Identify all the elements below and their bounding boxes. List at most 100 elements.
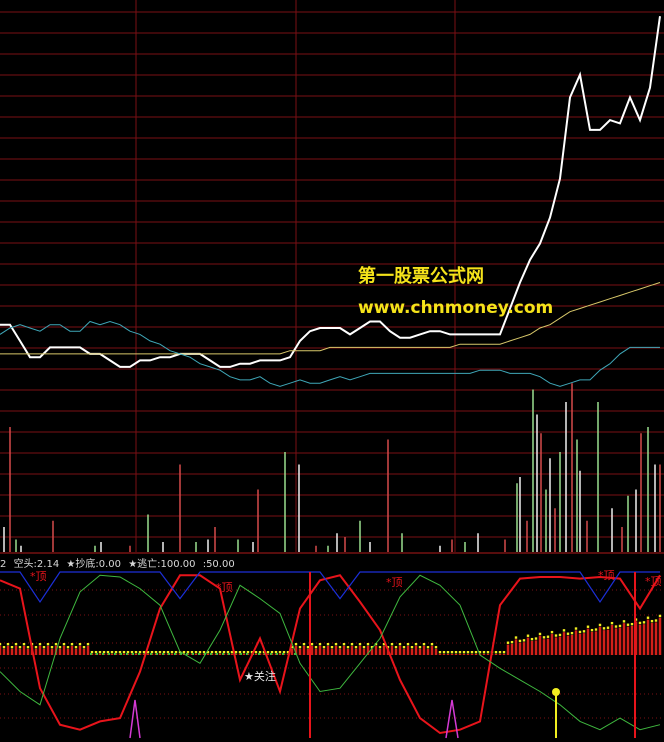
indicator-histogram-cap <box>546 635 550 638</box>
indicator-histogram-cap <box>462 651 466 654</box>
indicator-histogram-cap <box>402 646 406 649</box>
indicator-histogram-cap <box>338 646 342 649</box>
indicator-histogram-cap <box>350 643 354 646</box>
indicator-histogram-cap <box>62 643 66 646</box>
indicator-histogram-cap <box>334 643 338 646</box>
indicator-histogram-cap <box>594 628 598 631</box>
indicator-histogram-cap <box>558 633 562 637</box>
indicator-histogram-cap <box>414 643 418 646</box>
indicator-histogram-cap <box>574 627 578 630</box>
indicator-histogram-cap <box>34 646 38 649</box>
indicator-histogram-cap <box>194 651 198 654</box>
indicator-histogram-cap <box>170 651 174 654</box>
indicator-histogram-cap <box>518 639 522 643</box>
indicator-histogram-cap <box>10 646 14 649</box>
annotation-top: *顶 <box>645 575 662 588</box>
annotation-attention: ★关注 <box>244 669 276 683</box>
indicator-histogram-cap <box>610 621 614 625</box>
indicator-histogram-cap <box>506 641 510 644</box>
annotation-top: *顶 <box>216 581 233 594</box>
header-chaodi: ★抄底:0.00 <box>66 559 121 570</box>
indicator-histogram-cap <box>502 651 506 654</box>
annotation-top: *顶 <box>598 569 615 582</box>
indicator-histogram-cap <box>598 623 602 627</box>
indicator-histogram-cap <box>526 634 530 637</box>
indicator-histogram-cap <box>54 643 58 646</box>
indicator-histogram-cap <box>406 643 410 646</box>
indicator-histogram-cap <box>622 620 626 623</box>
indicator-histogram-cap <box>26 646 30 649</box>
indicator-header: 2 空头:2.14 ★抄底:0.00 ★逃亡:100.00 :50.00 <box>0 555 239 570</box>
indicator-histogram-cap <box>110 651 114 654</box>
indicator-histogram-cap <box>586 625 590 628</box>
indicator-histogram-cap <box>614 625 618 628</box>
indicator-histogram-cap <box>470 651 474 654</box>
indicator-histogram-cap <box>542 636 546 639</box>
indicator-histogram-cap <box>458 651 462 654</box>
indicator-histogram-cap <box>122 651 126 654</box>
indicator-histogram-cap <box>422 643 426 646</box>
indicator-histogram-cap <box>486 651 490 654</box>
indicator-histogram-cap <box>342 643 346 646</box>
indicator-histogram-cap <box>398 643 402 646</box>
indicator-histogram-cap <box>322 646 326 649</box>
header-level: :50.00 <box>202 559 235 570</box>
indicator-histogram-cap <box>298 646 302 649</box>
indicator-histogram-cap <box>158 651 162 654</box>
indicator-histogram-cap <box>82 646 86 649</box>
annotation-top: *顶 <box>386 576 403 589</box>
indicator-histogram-cap <box>354 646 358 649</box>
indicator-histogram-cap <box>454 651 458 654</box>
indicator-histogram-cap <box>50 646 54 649</box>
watermark-title: 第一股票公式网 <box>358 266 484 287</box>
indicator-histogram-cap <box>590 628 594 632</box>
indicator-histogram-cap <box>646 616 650 619</box>
indicator-histogram-cap <box>570 631 574 635</box>
indicator-histogram-cap <box>566 632 570 635</box>
indicator-histogram-cap <box>582 630 586 633</box>
indicator-histogram-cap <box>442 651 446 654</box>
indicator-histogram-cap <box>242 651 246 654</box>
indicator-histogram-cap <box>318 643 322 646</box>
header-kongtou: 空头:2.14 <box>13 559 60 570</box>
indicator-histogram-cap <box>134 651 138 654</box>
indicator-histogram-cap <box>58 646 62 649</box>
indicator-histogram-cap <box>302 643 306 646</box>
indicator-histogram-cap <box>494 651 498 654</box>
indicator-histogram-cap <box>390 643 394 646</box>
indicator-histogram-cap <box>642 621 646 624</box>
stock-chart: *顶 *顶 *顶 *顶 *顶 ★关注 <box>0 0 664 742</box>
indicator-histogram-cap <box>358 643 362 646</box>
indicator-histogram-cap <box>466 651 470 654</box>
yellow-signal-dot <box>552 688 560 696</box>
indicator-histogram-cap <box>330 646 334 649</box>
indicator-histogram-cap <box>482 651 486 654</box>
indicator-histogram-cap <box>0 643 2 646</box>
indicator-histogram-cap <box>86 643 90 646</box>
indicator-histogram-cap <box>306 646 310 649</box>
indicator-histogram-cap <box>22 643 26 646</box>
indicator-histogram-cap <box>254 651 258 654</box>
indicator-histogram-cap <box>410 646 414 649</box>
indicator-histogram-cap <box>46 643 50 646</box>
indicator-histogram-cap <box>658 614 662 618</box>
indicator-histogram-cap <box>450 651 454 654</box>
indicator-histogram-cap <box>630 622 634 626</box>
indicator-histogram-cap <box>70 643 74 646</box>
indicator-histogram-cap <box>38 643 42 646</box>
indicator-histogram-cap <box>394 646 398 649</box>
indicator-histogram-cap <box>510 640 514 644</box>
indicator-histogram-cap <box>446 651 450 654</box>
indicator-histogram-cap <box>218 651 222 654</box>
indicator-histogram-cap <box>278 651 282 654</box>
indicator-histogram-cap <box>310 643 314 646</box>
indicator-histogram-cap <box>326 643 330 646</box>
indicator-histogram-cap <box>294 643 298 646</box>
indicator-histogram-cap <box>522 639 526 642</box>
header-taowang: ★逃亡:100.00 <box>128 559 196 570</box>
indicator-histogram-cap <box>426 646 430 649</box>
indicator-histogram-cap <box>266 651 270 654</box>
indicator-histogram-cap <box>362 646 366 649</box>
indicator-histogram-cap <box>534 637 538 640</box>
indicator-histogram-cap <box>654 619 658 622</box>
